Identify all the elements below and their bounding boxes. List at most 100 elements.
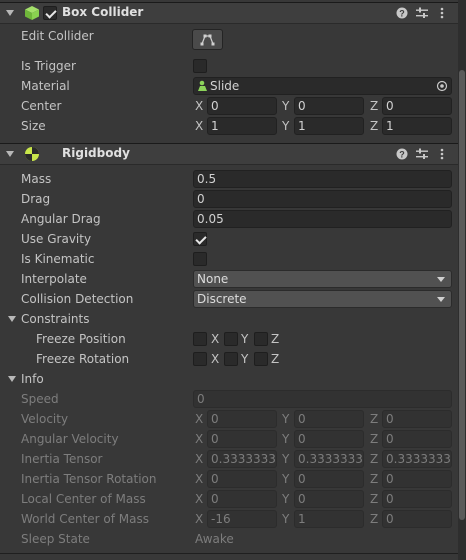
freeze-position-y-checkbox[interactable] (224, 332, 238, 346)
velocity-y-field: 0 (294, 410, 364, 428)
scrollbar-thumb[interactable] (459, 70, 465, 520)
edit-collider-label: Edit Collider (21, 29, 94, 43)
preset-icon[interactable] (416, 148, 428, 160)
velocity-y-axis: Y (282, 412, 290, 426)
speed-field: 0 (193, 390, 452, 408)
material-label: Material (21, 79, 70, 93)
use-gravity-label: Use Gravity (21, 232, 92, 246)
edit-collider-button[interactable] (192, 29, 223, 50)
local-center-y-field: 0 (294, 490, 364, 508)
angular-velocity-z-field: 0 (382, 430, 452, 448)
svg-text:?: ? (399, 150, 405, 160)
world-center-of-mass-label: World Center of Mass (21, 512, 149, 526)
size-y-axis: Y (282, 119, 290, 133)
local-center-x-field: 0 (207, 490, 277, 508)
freeze-rotation-y-checkbox[interactable] (224, 352, 238, 366)
freeze-position-z-checkbox[interactable] (254, 332, 268, 346)
angular-drag-field[interactable]: 0.05 (193, 210, 452, 228)
size-z-field[interactable]: 1 (382, 117, 452, 135)
inertia-tensor-y-axis: Y (282, 452, 290, 466)
size-x-axis: X (195, 119, 204, 133)
center-x-axis: X (195, 99, 204, 113)
freeze-rotation-z-label: Z (271, 352, 280, 366)
world-center-y-field: 1 (294, 510, 364, 528)
inertia-tensor-x-axis: X (195, 452, 204, 466)
velocity-x-field: 0 (207, 410, 277, 428)
more-options-icon[interactable] (436, 148, 448, 160)
freeze-position-x-checkbox[interactable] (193, 332, 207, 346)
freeze-rotation-x-label: X (211, 352, 220, 366)
local-center-of-mass-label: Local Center of Mass (21, 492, 146, 506)
inertia-tensor-rotation-z-axis: Z (370, 472, 379, 486)
center-x-field[interactable]: 0 (207, 97, 277, 115)
help-icon[interactable]: ? (396, 148, 408, 160)
drag-field[interactable]: 0 (193, 190, 452, 208)
drag-label: Drag (21, 192, 51, 206)
local-center-z-field: 0 (382, 490, 452, 508)
freeze-rotation-label: Freeze Rotation (36, 352, 130, 366)
box-collider-header[interactable]: Box Collider ? (0, 2, 458, 24)
use-gravity-checkbox[interactable] (193, 232, 207, 246)
center-z-field[interactable]: 0 (382, 97, 452, 115)
size-z-axis: Z (370, 119, 379, 133)
is-kinematic-checkbox[interactable] (193, 252, 207, 266)
size-y-field[interactable]: 1 (294, 117, 364, 135)
sleep-state-label: Sleep State (21, 532, 90, 546)
interpolate-label: Interpolate (21, 272, 87, 286)
collision-detection-dropdown[interactable]: Discrete (193, 290, 452, 308)
inertia-tensor-y-field: 0.3333333 (294, 450, 364, 468)
bottom-divider (0, 553, 458, 554)
is-kinematic-label: Is Kinematic (21, 252, 95, 266)
preset-icon[interactable] (416, 7, 428, 19)
center-y-axis: Y (282, 99, 290, 113)
info-fold-arrow-icon[interactable] (8, 376, 16, 382)
inertia-tensor-rotation-y-field: 0 (294, 470, 364, 488)
angular-velocity-x-field: 0 (207, 430, 277, 448)
world-center-z-axis: Z (370, 512, 379, 526)
help-icon[interactable]: ? (396, 7, 408, 19)
inertia-tensor-x-field: 0.3333333 (207, 450, 277, 468)
interpolate-value: None (197, 272, 229, 286)
rigidbody-header[interactable]: Rigidbody ? (0, 143, 458, 165)
interpolate-dropdown[interactable]: None (193, 270, 452, 288)
is-trigger-checkbox[interactable] (193, 59, 207, 73)
edit-collider-icon (200, 34, 215, 46)
mass-field[interactable]: 0.5 (193, 170, 452, 188)
collision-detection-label: Collision Detection (21, 292, 134, 306)
local-center-y-axis: Y (282, 492, 290, 506)
inertia-tensor-rotation-x-axis: X (195, 472, 204, 486)
freeze-rotation-y-label: Y (241, 352, 249, 366)
freeze-rotation-x-checkbox[interactable] (193, 352, 207, 366)
size-label: Size (21, 119, 46, 133)
box-collider-icon (24, 5, 40, 24)
angular-velocity-x-axis: X (195, 432, 204, 446)
freeze-position-label: Freeze Position (36, 332, 126, 346)
inertia-tensor-rotation-z-field: 0 (382, 470, 452, 488)
world-center-y-axis: Y (282, 512, 290, 526)
inspector-scrollbar[interactable] (458, 0, 466, 560)
inertia-tensor-z-axis: Z (370, 452, 379, 466)
box-collider-enabled-checkbox[interactable] (43, 6, 57, 20)
inertia-tensor-rotation-x-field: 0 (207, 470, 277, 488)
is-trigger-label: Is Trigger (21, 59, 76, 73)
center-y-field[interactable]: 0 (294, 97, 364, 115)
freeze-position-z-label: Z (271, 332, 280, 346)
more-options-icon[interactable] (436, 7, 448, 19)
speed-label: Speed (21, 392, 59, 406)
material-value: Slide (210, 79, 240, 93)
dropdown-arrow-icon (437, 277, 445, 282)
constraints-label[interactable]: Constraints (21, 309, 89, 329)
local-center-x-axis: X (195, 492, 204, 506)
info-label[interactable]: Info (21, 369, 44, 389)
world-center-x-field: -16 (207, 510, 277, 528)
inertia-tensor-label: Inertia Tensor (21, 452, 103, 466)
local-center-z-axis: Z (370, 492, 379, 506)
size-x-field[interactable]: 1 (207, 117, 277, 135)
fold-arrow-icon[interactable] (6, 10, 14, 16)
material-field[interactable]: Slide (193, 77, 452, 95)
fold-arrow-icon[interactable] (6, 151, 14, 157)
freeze-position-y-label: Y (241, 332, 249, 346)
object-picker-icon[interactable] (436, 80, 448, 94)
constraints-fold-arrow-icon[interactable] (8, 316, 16, 322)
freeze-rotation-z-checkbox[interactable] (254, 352, 268, 366)
